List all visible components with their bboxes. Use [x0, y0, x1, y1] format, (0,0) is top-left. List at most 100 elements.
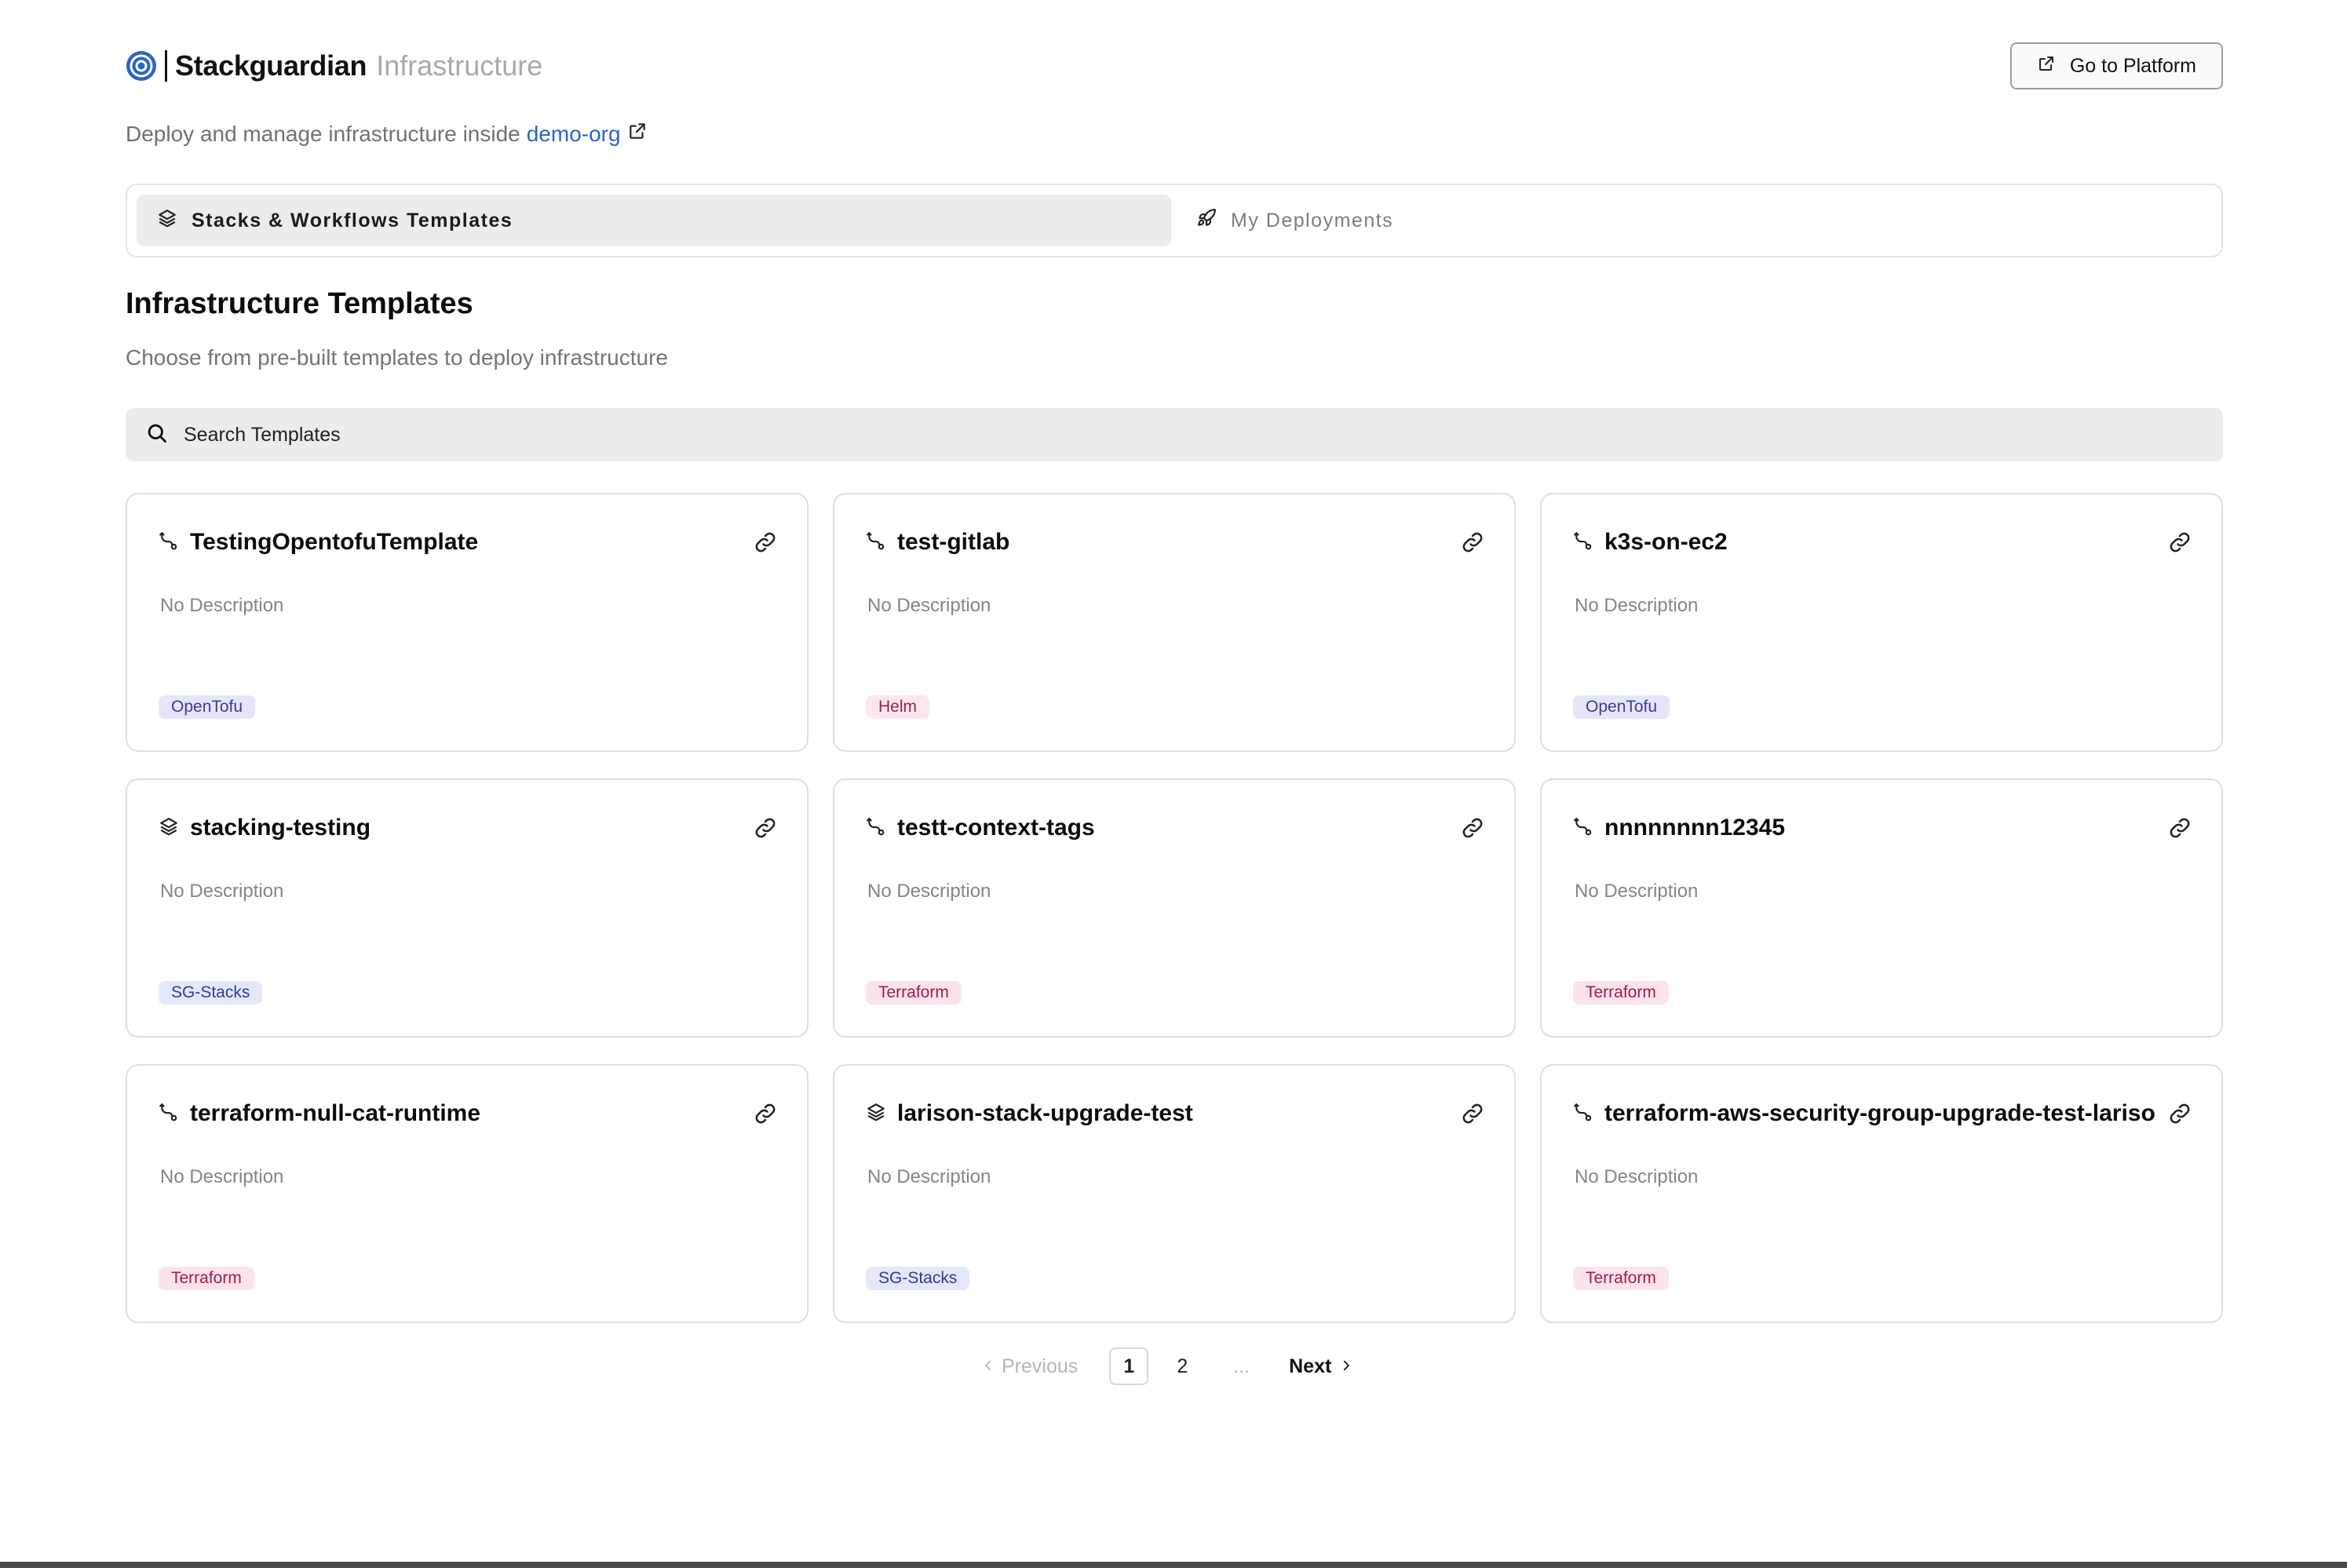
template-name: testt-context-tags — [897, 815, 1095, 841]
template-tag: SG-Stacks — [866, 1267, 970, 1290]
section-title: Infrastructure Templates — [126, 287, 473, 320]
window-bottom-edge — [0, 1562, 2347, 1568]
template-tag: Terraform — [1573, 1267, 1669, 1290]
org-description-text: Deploy and manage infrastructure inside — [126, 121, 520, 146]
page-button-2[interactable]: 2 — [1163, 1347, 1202, 1385]
template-card-larison-stack-upgrade-test[interactable]: larison-stack-upgrade-test No Descriptio… — [833, 1064, 1516, 1323]
template-name: stacking-testing — [190, 815, 371, 841]
card-header: TestingOpentofuTemplate — [159, 529, 779, 556]
external-link-icon — [2037, 54, 2056, 78]
template-name: larison-stack-upgrade-test — [897, 1100, 1193, 1126]
layers-icon — [157, 208, 177, 234]
brand-subtitle: Infrastructure — [376, 49, 543, 82]
template-card-k3s-on-ec2[interactable]: k3s-on-ec2 No Description OpenTofu — [1540, 493, 2223, 752]
link-icon[interactable] — [752, 1100, 779, 1127]
template-description: No Description — [160, 595, 284, 616]
workflow-icon — [866, 531, 886, 555]
template-name: k3s-on-ec2 — [1604, 529, 1728, 555]
org-link[interactable]: demo-org — [527, 122, 621, 147]
card-header: terraform-aws-security-group-upgrade-tes… — [1573, 1100, 2193, 1127]
workflow-icon — [1573, 531, 1593, 555]
external-link-icon[interactable] — [627, 121, 648, 147]
brand-name: Stackguardian — [175, 49, 367, 82]
template-tag: OpenTofu — [159, 695, 256, 719]
link-icon[interactable] — [1459, 1100, 1486, 1127]
template-tag: Helm — [866, 695, 930, 719]
pagination: Previous 1 2 ... Next — [981, 1347, 1353, 1386]
org-description: Deploy and manage infrastructure inside … — [126, 121, 648, 147]
tab-label: My Deployments — [1231, 209, 1394, 232]
link-icon[interactable] — [1459, 529, 1486, 556]
card-header: testt-context-tags — [866, 815, 1486, 841]
template-name: TestingOpentofuTemplate — [190, 529, 479, 555]
page: Stackguardian Infrastructure Go to Platf… — [0, 0, 2347, 1568]
previous-page-button[interactable]: Previous — [981, 1355, 1078, 1378]
page-button-1[interactable]: 1 — [1109, 1347, 1149, 1385]
template-tag: Terraform — [159, 1267, 254, 1290]
next-label: Next — [1289, 1355, 1332, 1377]
card-header: k3s-on-ec2 — [1573, 529, 2193, 556]
card-header: nnnnnnnn12345 — [1573, 815, 2193, 841]
header: Stackguardian Infrastructure Go to Platf… — [126, 41, 2223, 91]
template-tag: Terraform — [1573, 981, 1669, 1005]
template-description: No Description — [867, 1166, 991, 1187]
workflow-icon — [1573, 1102, 1593, 1126]
template-tag: SG-Stacks — [159, 981, 263, 1005]
stackguardian-logo-icon — [126, 50, 157, 82]
search-icon — [146, 422, 168, 448]
template-card-terraform-null-cat-runtime[interactable]: terraform-null-cat-runtime No Descriptio… — [126, 1064, 808, 1323]
template-card-nnnnnnnn12345[interactable]: nnnnnnnn12345 No Description Terraform — [1540, 779, 2223, 1037]
template-description: No Description — [1575, 1166, 1699, 1187]
template-card-testt-context-tags[interactable]: testt-context-tags No Description Terraf… — [833, 779, 1516, 1037]
link-icon[interactable] — [752, 529, 779, 556]
template-description: No Description — [867, 881, 991, 902]
tab-label: Stacks & Workflows Templates — [192, 209, 513, 232]
link-icon[interactable] — [2166, 815, 2193, 841]
template-tag: OpenTofu — [1573, 695, 1670, 719]
page-ellipsis: ... — [1233, 1355, 1250, 1377]
search-bar[interactable] — [126, 408, 2223, 461]
card-header: test-gitlab — [866, 529, 1486, 556]
template-name: nnnnnnnn12345 — [1604, 815, 1786, 841]
workflow-icon — [866, 816, 886, 841]
template-card-terraform-aws-security-group-upgrade-test-larison[interactable]: terraform-aws-security-group-upgrade-tes… — [1540, 1064, 2223, 1323]
tab-my-deployments[interactable]: My Deployments — [1171, 195, 1414, 246]
workflow-icon — [159, 1102, 179, 1126]
next-page-button[interactable]: Next — [1289, 1355, 1353, 1378]
layers-icon — [159, 816, 179, 841]
layers-icon — [866, 1102, 886, 1126]
go-to-platform-label: Go to Platform — [2069, 54, 2196, 77]
card-header: larison-stack-upgrade-test — [866, 1100, 1486, 1127]
template-card-stacking-testing[interactable]: stacking-testing No Description SG-Stack… — [126, 779, 808, 1037]
template-name: test-gitlab — [897, 529, 1010, 555]
template-description: No Description — [867, 595, 991, 616]
rocket-icon — [1196, 208, 1217, 234]
workflow-icon — [1573, 816, 1593, 841]
search-input[interactable] — [182, 422, 2069, 447]
tab-stacks-workflows-templates[interactable]: Stacks & Workflows Templates — [137, 195, 1171, 246]
chevron-right-icon — [1339, 1355, 1353, 1378]
section-description: Choose from pre-built templates to deplo… — [126, 345, 668, 370]
template-card-TestingOpentofuTemplate[interactable]: TestingOpentofuTemplate No Description O… — [126, 493, 808, 752]
template-description: No Description — [160, 881, 284, 902]
template-card-test-gitlab[interactable]: test-gitlab No Description Helm — [833, 493, 1516, 752]
go-to-platform-button[interactable]: Go to Platform — [2009, 42, 2223, 89]
template-tag: Terraform — [866, 981, 962, 1005]
workflow-icon — [159, 531, 179, 555]
link-icon[interactable] — [1459, 815, 1486, 841]
template-description: No Description — [1575, 881, 1699, 902]
previous-label: Previous — [1002, 1355, 1079, 1377]
chevron-left-icon — [981, 1355, 995, 1378]
template-description: No Description — [160, 1166, 284, 1187]
link-icon[interactable] — [752, 815, 779, 841]
tab-bar: Stacks & Workflows Templates My Deployme… — [126, 184, 2223, 257]
template-grid: TestingOpentofuTemplate No Description O… — [126, 493, 2223, 1323]
brand-divider — [165, 50, 167, 82]
brand[interactable]: Stackguardian Infrastructure — [126, 49, 542, 82]
card-header: stacking-testing — [159, 815, 779, 841]
card-header: terraform-null-cat-runtime — [159, 1100, 779, 1127]
template-name: terraform-aws-security-group-upgrade-tes… — [1604, 1100, 2155, 1126]
link-icon[interactable] — [2166, 1100, 2193, 1127]
link-icon[interactable] — [2166, 529, 2193, 556]
template-description: No Description — [1575, 595, 1699, 616]
